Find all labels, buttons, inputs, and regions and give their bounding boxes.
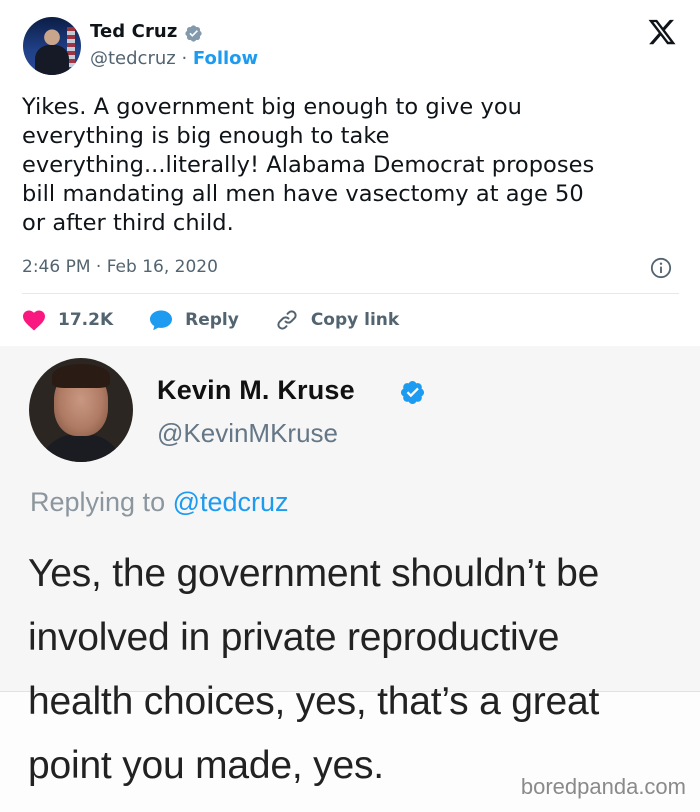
tweet-timestamp[interactable]: 2:46 PM · Feb 16, 2020 [22,257,218,277]
heart-icon [23,310,45,331]
reply-author-name[interactable]: Kevin M. Kruse [157,375,355,406]
divider [22,293,679,294]
verified-badge-icon [400,380,425,405]
reply-avatar[interactable] [29,358,133,462]
link-icon [277,310,297,330]
avatar-figure [35,45,69,75]
follow-button[interactable]: Follow [193,48,258,69]
reply-handle[interactable]: @KevinMKruse [157,418,338,449]
action-bar: 17.2K Reply Copy link [22,307,399,333]
replying-prefix: Replying to [30,487,173,517]
avatar-shirt [37,434,125,462]
like-button[interactable]: 17.2K [22,309,113,331]
info-icon[interactable] [650,257,672,279]
author-name[interactable]: Ted Cruz [90,21,177,42]
copy-link-label: Copy link [310,310,400,330]
reply-label: Reply [185,310,239,330]
reply-screenshot: Kevin M. Kruse @KevinMKruse Replying to … [0,346,700,812]
watermark: boredpanda.com [520,774,686,799]
reply-bubble-icon [150,310,173,331]
replying-to: Replying to @tedcruz [30,487,289,518]
replying-mention[interactable]: @tedcruz [173,487,289,517]
like-count: 17.2K [58,310,114,330]
tweet-card: Ted Cruz @tedcruz · Follow Yikes. A gove… [0,0,700,346]
avatar[interactable] [23,17,81,75]
reply-button[interactable]: Reply [149,309,239,331]
handle[interactable]: @tedcruz [90,48,176,69]
verified-badge-icon [185,25,202,42]
x-logo-icon[interactable] [647,17,677,47]
copy-link-button[interactable]: Copy link [275,308,399,332]
handle-row: @tedcruz · Follow [90,48,258,69]
reply-text: Yes, the government shouldn’t be involve… [28,552,600,787]
handle-separator: · [175,48,193,69]
avatar-hair [52,364,110,388]
tweet-text: Yikes. A government big enough to give y… [22,94,595,236]
